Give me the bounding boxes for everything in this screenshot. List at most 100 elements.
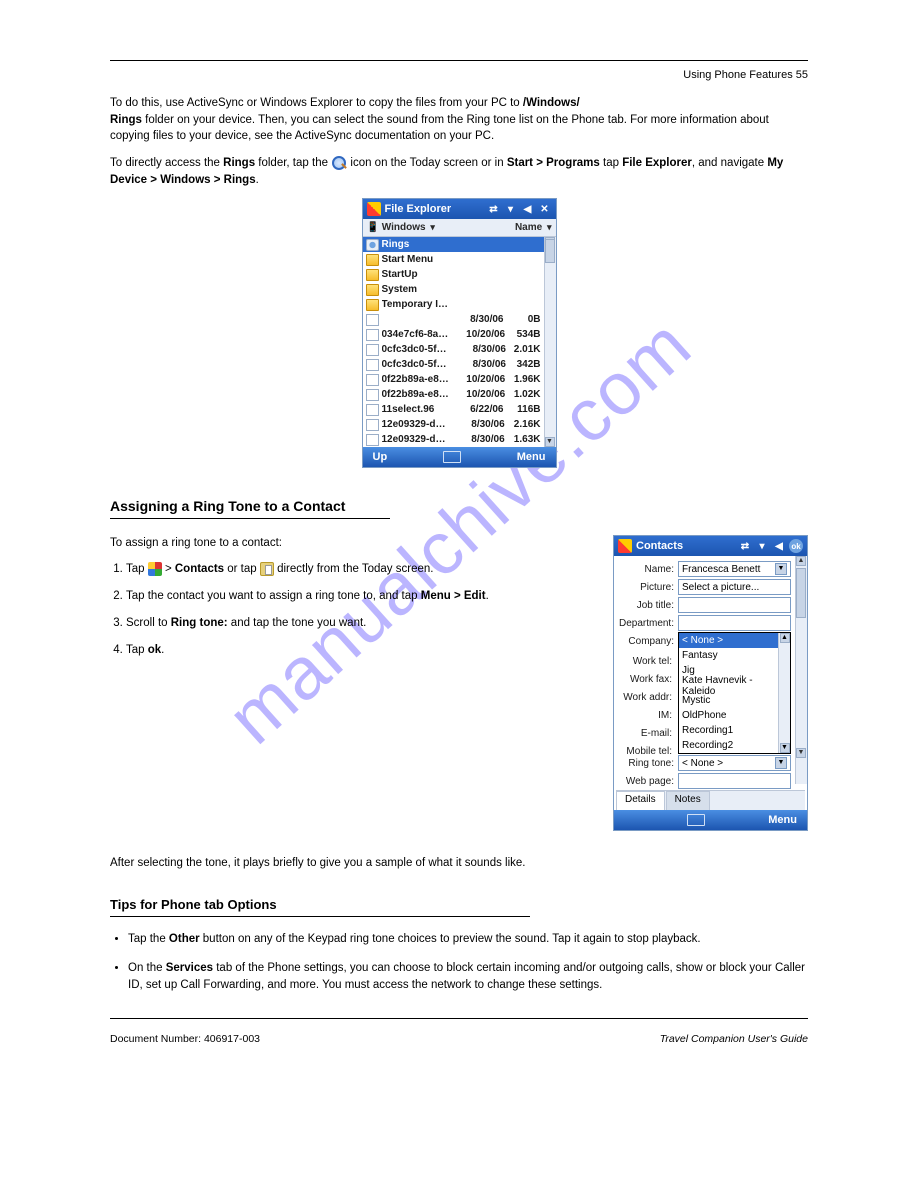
section-rule xyxy=(110,518,390,519)
dropdown-option[interactable]: Recording1 xyxy=(679,723,778,738)
dropdown-option[interactable]: Recording2 xyxy=(679,738,778,753)
file-icon xyxy=(366,404,379,416)
close-icon[interactable]: ✕ xyxy=(538,202,552,216)
dropdown-option[interactable]: OldPhone xyxy=(679,708,778,723)
field-webpage[interactable]: Web page: xyxy=(616,772,805,790)
file-name: 0cfc3dc0-5fbc... xyxy=(382,344,452,355)
file-date: 8/30/06 xyxy=(448,314,504,325)
tab-notes[interactable]: Notes xyxy=(666,791,710,810)
file-row[interactable]: 0cfc3dc0-5fbc...8/30/062.01K xyxy=(363,342,544,357)
file-name: Temporary In... xyxy=(382,299,449,310)
file-date: 8/30/06 xyxy=(451,434,505,445)
file-size: 116B xyxy=(507,404,541,415)
scroll-down-icon[interactable]: ▼ xyxy=(545,437,555,447)
file-icon xyxy=(366,419,379,431)
fe-scrollbar[interactable]: ▲ ▼ xyxy=(544,237,556,447)
file-size: 2.16K xyxy=(508,419,541,430)
connectivity-icon[interactable]: ⇄ xyxy=(738,539,752,553)
file-name: System xyxy=(382,284,445,295)
volume-icon[interactable]: ◀ xyxy=(521,202,535,216)
field-picture[interactable]: Picture: Select a picture... xyxy=(616,578,805,596)
scroll-thumb[interactable] xyxy=(796,568,806,618)
file-row[interactable]: StartUp xyxy=(363,267,544,282)
connectivity-icon[interactable]: ⇄ xyxy=(487,202,501,216)
search-icon xyxy=(331,155,347,171)
folder-icon xyxy=(366,284,379,296)
step-item: Tap the contact you want to assign a rin… xyxy=(126,588,595,605)
dropdown-option[interactable]: < None > xyxy=(679,633,778,648)
file-name: 11select.96 xyxy=(382,404,445,415)
scroll-up-icon[interactable]: ▲ xyxy=(780,633,790,643)
windows-logo-icon xyxy=(618,539,632,553)
file-row[interactable]: Temporary In... xyxy=(363,297,544,312)
rule-bottom xyxy=(110,1018,808,1019)
file-name: Rings xyxy=(382,239,445,250)
tips-list: Tap the Other button on any of the Keypa… xyxy=(110,931,808,995)
fe-titlebar: File Explorer ⇄ ▾ ◀ ✕ xyxy=(363,199,556,219)
keyboard-icon[interactable] xyxy=(687,814,705,826)
file-size: 534B xyxy=(508,329,540,340)
file-name: 0f22b89a-e84... xyxy=(382,374,450,385)
dropdown-option[interactable]: Kate Havnevik - Kaleido xyxy=(679,678,778,693)
file-row[interactable]: System xyxy=(363,282,544,297)
file-date: 10/20/06 xyxy=(452,389,505,400)
file-row[interactable]: 12e09329-dd...8/30/061.63K xyxy=(363,432,544,447)
contacts-icon xyxy=(260,562,274,576)
signal-icon[interactable]: ▾ xyxy=(504,202,518,216)
volume-icon[interactable]: ◀ xyxy=(772,539,786,553)
file-explorer-screenshot: File Explorer ⇄ ▾ ◀ ✕ 📱 Windows ▾ Name ▾… xyxy=(362,198,557,468)
field-jobtitle[interactable]: Job title: xyxy=(616,596,805,614)
file-date: 8/30/06 xyxy=(451,419,505,430)
scroll-down-icon[interactable]: ▼ xyxy=(796,748,806,758)
file-icon xyxy=(366,374,379,386)
scroll-down-icon[interactable]: ▼ xyxy=(780,743,790,753)
file-size: 0B xyxy=(507,314,541,325)
file-row[interactable]: 0f22b89a-e84...10/20/061.96K xyxy=(363,372,544,387)
file-row[interactable]: 0cfc3dc0-5fbc...8/30/06342B xyxy=(363,357,544,372)
file-row[interactable]: 12e09329-dd...8/30/062.16K xyxy=(363,417,544,432)
contacts-titlebar: Contacts ⇄ ▾ ◀ ok xyxy=(614,536,807,556)
tab-details[interactable]: Details xyxy=(616,791,665,810)
file-row[interactable]: Start Menu xyxy=(363,252,544,267)
tips-item: Tap the Other button on any of the Keypa… xyxy=(128,931,808,948)
after-steps-text: After selecting the tone, it plays brief… xyxy=(110,855,808,872)
file-row[interactable]: 8/30/060B xyxy=(363,312,544,327)
ringtone-dropdown-list[interactable]: ▲▼ < None >FantasyJigKate Havnevik - Kal… xyxy=(678,632,791,754)
sort-dropdown[interactable]: Name ▾ xyxy=(515,222,552,233)
page-footer: Document Number: 406917-003 Travel Compa… xyxy=(110,1033,808,1045)
up-button[interactable]: Up xyxy=(373,451,388,463)
scroll-thumb[interactable] xyxy=(545,239,555,263)
rule-top xyxy=(110,60,808,61)
ok-button[interactable]: ok xyxy=(789,539,803,553)
keyboard-icon[interactable] xyxy=(443,451,461,463)
dropdown-option[interactable]: Fantasy xyxy=(679,648,778,663)
menu-button[interactable]: Menu xyxy=(768,814,797,826)
file-size: 342B xyxy=(509,359,541,370)
start-icon xyxy=(148,562,162,576)
file-size: 1.63K xyxy=(508,434,541,445)
folder-icon xyxy=(366,269,379,281)
file-row[interactable]: Rings xyxy=(363,237,544,252)
field-name[interactable]: Name: Francesca Benett▼ xyxy=(616,560,805,578)
tips-item: On the Services tab of the Phone setting… xyxy=(128,960,808,995)
location-dropdown[interactable]: 📱 Windows ▾ xyxy=(367,222,435,233)
label-email: E-mail: xyxy=(614,728,676,739)
file-date: 8/30/06 xyxy=(454,359,506,370)
field-department[interactable]: Department: xyxy=(616,614,805,632)
tips-title: Tips for Phone tab Options xyxy=(110,897,808,912)
signal-icon[interactable]: ▾ xyxy=(755,539,769,553)
contacts-footer: Menu xyxy=(614,810,807,830)
menu-button[interactable]: Menu xyxy=(517,451,546,463)
file-row[interactable]: 0f22b89a-e84...10/20/061.02K xyxy=(363,387,544,402)
tabstrip: Details Notes xyxy=(616,790,805,810)
contacts-scrollbar[interactable]: ▲ ▼ xyxy=(795,556,807,784)
file-name: 12e09329-dd... xyxy=(382,434,448,445)
file-icon xyxy=(366,389,379,401)
file-row[interactable]: 11select.966/22/06116B xyxy=(363,402,544,417)
scroll-up-icon[interactable]: ▲ xyxy=(796,556,806,566)
field-ringtone[interactable]: Ring tone: < None >▼ xyxy=(616,754,805,772)
file-size: 2.01K xyxy=(509,344,541,355)
file-name: 12e09329-dd... xyxy=(382,419,448,430)
file-row[interactable]: 034e7cf6-8a3...10/20/06534B xyxy=(363,327,544,342)
file-icon xyxy=(366,314,379,326)
